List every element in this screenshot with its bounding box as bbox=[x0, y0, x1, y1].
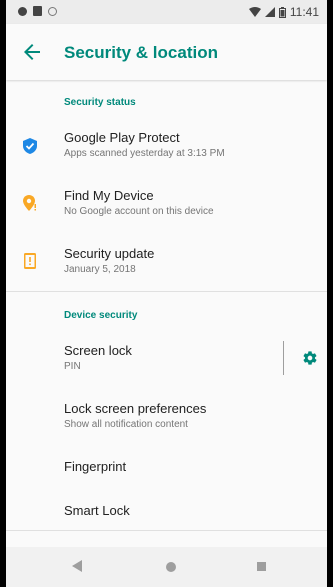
item-title: Security update bbox=[64, 246, 155, 261]
item-subtitle: January 5, 2018 bbox=[64, 264, 136, 275]
battery-icon bbox=[278, 6, 286, 18]
item-title: Smart Lock bbox=[64, 503, 130, 518]
settings-item-screen-lock[interactable]: Screen lock PIN bbox=[6, 332, 327, 384]
nav-recents-icon[interactable] bbox=[257, 562, 266, 571]
item-subtitle: Apps scanned yesterday at 3:13 PM bbox=[64, 148, 225, 159]
wifi-icon bbox=[248, 7, 261, 17]
status-system-icons: 11:41 bbox=[248, 5, 319, 19]
settings-item-fingerprint[interactable]: Fingerprint bbox=[6, 448, 327, 490]
arrow-left-icon[interactable] bbox=[20, 40, 44, 64]
section-header-security-status: Security status bbox=[64, 97, 136, 108]
settings-item-security-update[interactable]: Security update January 5, 2018 bbox=[6, 235, 327, 287]
shield-check-icon bbox=[23, 138, 37, 154]
settings-item-smart-lock[interactable]: Smart Lock bbox=[6, 492, 327, 534]
item-subtitle: PIN bbox=[64, 361, 81, 372]
status-notification-icons bbox=[18, 6, 57, 16]
section-divider bbox=[6, 530, 327, 531]
nav-back-icon[interactable] bbox=[72, 560, 82, 572]
settings-list: Security status Google Play Protect Apps… bbox=[6, 81, 327, 547]
gear-icon[interactable] bbox=[302, 350, 318, 366]
notification-square-icon bbox=[33, 6, 42, 16]
page-title: Security & location bbox=[64, 43, 218, 62]
item-title: Find My Device bbox=[64, 188, 154, 203]
settings-item-find-my-device[interactable]: Find My Device No Google account on this… bbox=[6, 177, 327, 229]
status-time: 11:41 bbox=[289, 5, 319, 19]
item-title: Google Play Protect bbox=[64, 130, 180, 145]
settings-item-google-play-protect[interactable]: Google Play Protect Apps scanned yesterd… bbox=[6, 119, 327, 171]
item-subtitle: No Google account on this device bbox=[64, 206, 214, 217]
navigation-bar bbox=[6, 547, 327, 587]
vertical-divider bbox=[283, 341, 284, 375]
notification-circle-icon bbox=[48, 6, 57, 16]
location-alert-icon bbox=[23, 195, 36, 211]
item-subtitle: Show all notification content bbox=[64, 419, 188, 430]
app-bar: Security & location bbox=[6, 24, 327, 80]
signal-icon bbox=[264, 7, 275, 17]
item-title: Screen lock bbox=[64, 343, 132, 358]
status-bar: 11:41 bbox=[6, 0, 327, 24]
settings-item-lock-screen-preferences[interactable]: Lock screen preferences Show all notific… bbox=[6, 390, 327, 442]
nav-home-icon[interactable] bbox=[166, 562, 176, 572]
notification-dot-icon bbox=[18, 6, 27, 16]
section-divider bbox=[6, 291, 327, 292]
item-title: Fingerprint bbox=[64, 459, 127, 474]
item-title: Lock screen preferences bbox=[64, 401, 207, 416]
section-header-device-security: Device security bbox=[64, 310, 138, 321]
phone-screen: 11:41 Security & location Security statu… bbox=[6, 0, 327, 587]
security-update-icon bbox=[24, 253, 36, 269]
